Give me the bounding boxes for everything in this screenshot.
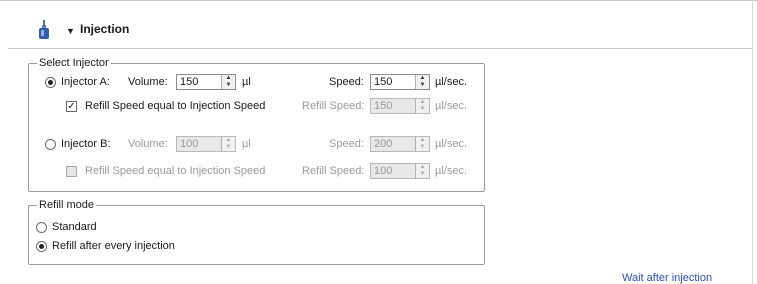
spin-up-icon[interactable]: ▲ [222, 75, 235, 82]
injector-b-refill-speed-label: Refill Speed: [302, 165, 365, 177]
injector-b-refill-speed-value: 100 [374, 165, 393, 177]
spin-down-icon[interactable]: ▼ [416, 106, 429, 113]
injector-b-volume-spinner[interactable]: 100 ▲ ▼ [176, 136, 236, 152]
injector-a-refill-speed-label: Refill Speed: [302, 100, 365, 112]
injector-a-radio[interactable] [45, 77, 56, 88]
refill-mode-group: Refill mode [28, 198, 485, 265]
injector-a-refill-speed-unit: µl/sec. [435, 100, 468, 112]
refill-mode-standard-label: Standard [52, 221, 97, 233]
right-border [752, 0, 753, 284]
injector-a-volume-value: 150 [180, 76, 199, 88]
injector-a-speed-label: Speed: [329, 76, 364, 88]
injector-a-speed-unit: µl/sec. [435, 76, 468, 88]
top-border [0, 0, 757, 1]
injector-a-volume-unit: µl [242, 76, 251, 88]
spinner-buttons[interactable]: ▲ ▼ [221, 137, 235, 151]
injector-b-refill-check-label: Refill Speed equal to Injection Speed [85, 165, 266, 177]
spin-up-icon[interactable]: ▲ [222, 137, 235, 144]
injector-b-volume-unit: µl [242, 138, 251, 150]
injector-b-speed-label: Speed: [329, 138, 364, 150]
injector-b-refill-checkbox[interactable] [66, 166, 77, 177]
injector-b-speed-unit: µl/sec. [435, 138, 468, 150]
injector-a-speed-value: 150 [374, 76, 393, 88]
spinner-buttons[interactable]: ▲ ▼ [415, 75, 429, 89]
refill-mode-every-injection-label: Refill after every injection [52, 240, 175, 252]
spinner-buttons[interactable]: ▲ ▼ [415, 164, 429, 178]
syringe-bottle-icon [36, 20, 52, 43]
injector-b-refill-speed-unit: µl/sec. [435, 165, 468, 177]
injector-a-speed-spinner[interactable]: 150 ▲ ▼ [370, 74, 430, 90]
spin-down-icon[interactable]: ▼ [416, 82, 429, 89]
refill-mode-standard-radio[interactable] [36, 222, 47, 233]
injector-a-refill-checkbox[interactable]: ✓ [66, 101, 77, 112]
section-title: Injection [80, 22, 130, 36]
spin-down-icon[interactable]: ▼ [416, 144, 429, 151]
collapse-triangle-icon[interactable]: ▼ [66, 26, 75, 36]
injector-a-refill-speed-spinner[interactable]: 150 ▲ ▼ [370, 98, 430, 114]
injector-a-refill-speed-value: 150 [374, 100, 393, 112]
wait-after-injection-link[interactable]: Wait after injection [622, 272, 712, 284]
spin-down-icon[interactable]: ▼ [222, 144, 235, 151]
injector-b-volume-label: Volume: [128, 138, 168, 150]
spin-up-icon[interactable]: ▲ [416, 99, 429, 106]
spin-up-icon[interactable]: ▲ [416, 137, 429, 144]
injector-b-radio[interactable] [45, 139, 56, 150]
injector-b-refill-speed-spinner[interactable]: 100 ▲ ▼ [370, 163, 430, 179]
injection-section-header[interactable]: ▼ Injection [8, 10, 752, 49]
injector-a-refill-check-label: Refill Speed equal to Injection Speed [85, 100, 266, 112]
injector-a-volume-spinner[interactable]: 150 ▲ ▼ [176, 74, 236, 90]
spin-up-icon[interactable]: ▲ [416, 75, 429, 82]
spinner-buttons[interactable]: ▲ ▼ [415, 99, 429, 113]
injector-b-volume-value: 100 [180, 138, 199, 150]
spin-up-icon[interactable]: ▲ [416, 164, 429, 171]
spin-down-icon[interactable]: ▼ [222, 82, 235, 89]
select-injector-legend: Select Injector [37, 56, 111, 70]
injector-a-volume-label: Volume: [128, 76, 168, 88]
spinner-buttons[interactable]: ▲ ▼ [415, 137, 429, 151]
spinner-buttons[interactable]: ▲ ▼ [221, 75, 235, 89]
refill-mode-legend: Refill mode [37, 198, 97, 212]
spin-down-icon[interactable]: ▼ [416, 171, 429, 178]
injector-b-speed-value: 200 [374, 138, 393, 150]
injector-a-label: Injector A: [61, 76, 110, 88]
injector-b-speed-spinner[interactable]: 200 ▲ ▼ [370, 136, 430, 152]
refill-mode-every-injection-radio[interactable] [36, 241, 47, 252]
injector-b-label: Injector B: [61, 138, 111, 150]
